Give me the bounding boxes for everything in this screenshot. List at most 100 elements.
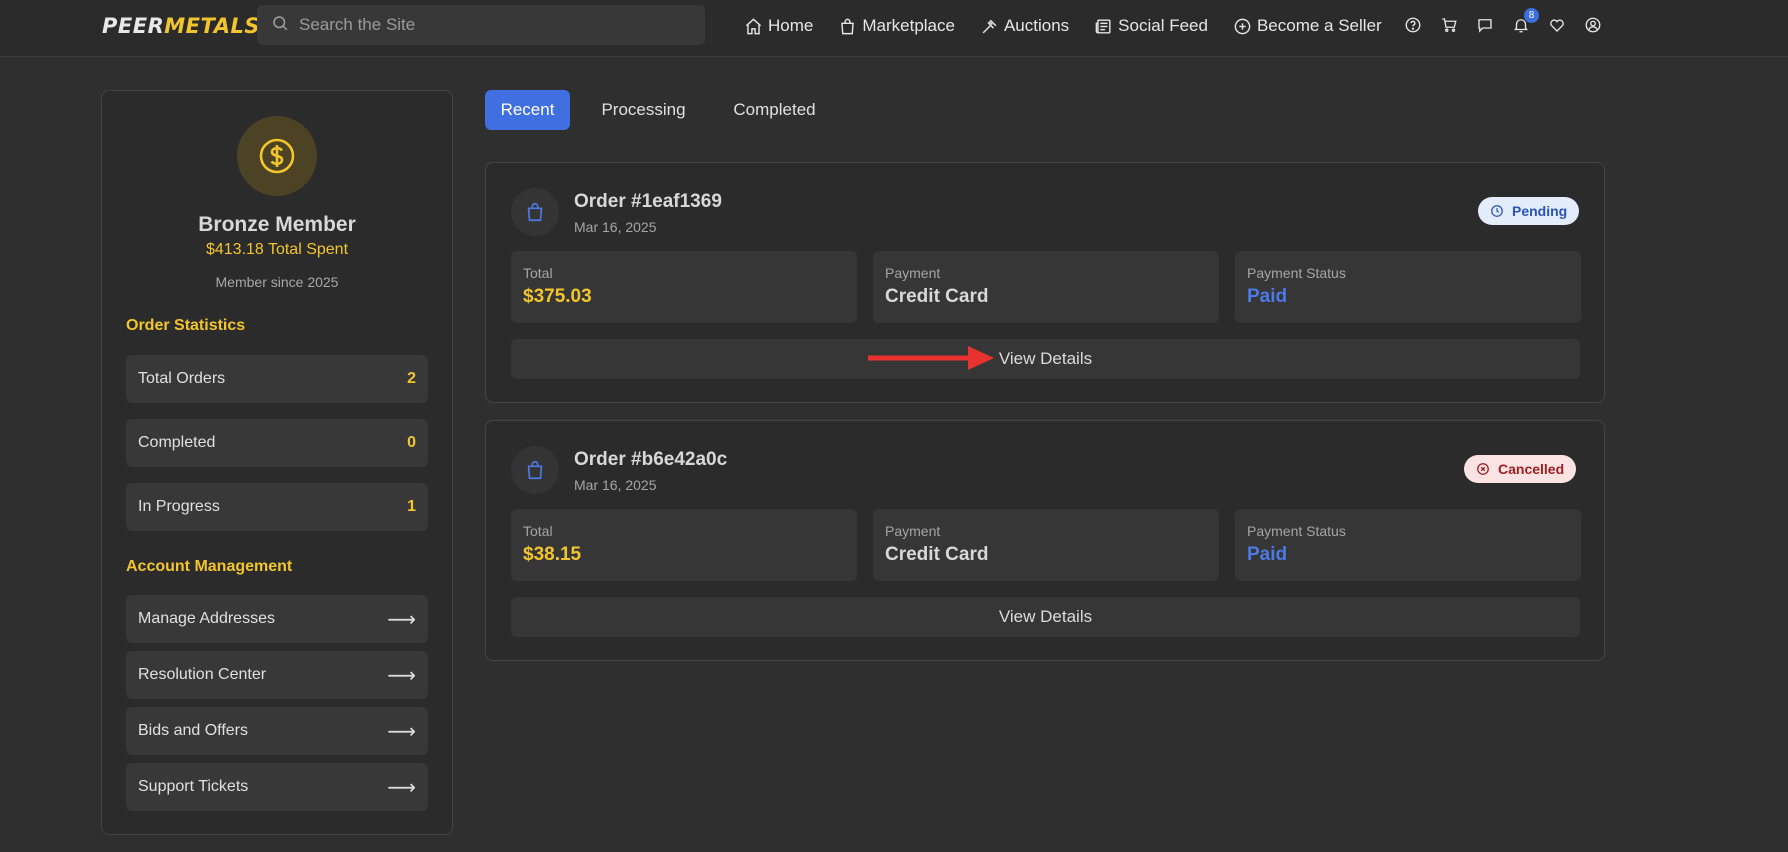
messages-icon	[1478, 19, 1492, 33]
stat-value: 1	[407, 498, 416, 515]
stat-label: Total Orders	[138, 370, 226, 387]
resolution-center-link[interactable]: Resolution Center ⟶	[126, 651, 428, 699]
payment-status-value: Paid	[1247, 544, 1288, 565]
total-spent: $413.18 Total Spent	[205, 241, 349, 258]
view-details-button[interactable]: View Details	[511, 597, 1580, 637]
payment-status-value: Paid	[1247, 286, 1288, 307]
stat-label: Completed	[138, 434, 216, 451]
order-icon-circle	[511, 188, 559, 236]
status-label: Pending	[1512, 203, 1568, 219]
help-button[interactable]	[1404, 16, 1422, 34]
shopping-bag-icon	[841, 18, 855, 34]
view-details-button[interactable]: View Details	[511, 339, 1580, 379]
total-value: $375.03	[523, 286, 592, 307]
account-button[interactable]	[1584, 16, 1602, 34]
top-navbar: PEERMETALS Home Marketplace Auctions Soc…	[0, 0, 1788, 57]
arrow-right-icon: ⟶	[387, 776, 416, 799]
member-tier: Bronze Member	[198, 213, 356, 236]
search-box	[257, 5, 705, 45]
order-payment-status-box: Payment Status Paid	[1235, 251, 1581, 323]
order-payment-status-box: Payment Status Paid	[1235, 509, 1581, 581]
order-date: Mar 16, 2025	[574, 219, 657, 235]
arrow-right-icon: ⟶	[387, 720, 416, 743]
tab-processing[interactable]: Processing	[587, 90, 700, 130]
payment-label: Payment	[885, 523, 941, 539]
order-icon-circle	[511, 446, 559, 494]
notifications-button[interactable]: 8	[1512, 8, 1539, 34]
account-row-label: Manage Addresses	[138, 610, 275, 627]
status-label: Cancelled	[1498, 461, 1565, 477]
total-label: Total	[523, 265, 553, 281]
stat-completed: Completed 0	[126, 419, 428, 467]
logo-text-peer: PEER	[102, 14, 165, 38]
support-tickets-link[interactable]: Support Tickets ⟶	[126, 763, 428, 811]
heart-icon	[1550, 19, 1564, 32]
shopping-bag-icon	[527, 202, 543, 222]
nav-social-feed[interactable]: Social Feed	[1094, 16, 1208, 36]
arrow-right-icon: ⟶	[387, 664, 416, 687]
shopping-bag-icon	[527, 460, 543, 480]
order-id: Order #b6e42a0c	[574, 449, 728, 470]
status-badge-cancelled: Cancelled	[1464, 455, 1577, 483]
plus-circle-icon	[1234, 18, 1251, 34]
bids-and-offers-link[interactable]: Bids and Offers ⟶	[126, 707, 428, 755]
stat-value: 0	[407, 434, 416, 451]
home-icon	[745, 17, 762, 34]
nav-home[interactable]: Home	[744, 16, 813, 36]
nav-icon-group: 8	[1404, 8, 1620, 36]
stat-total-orders: Total Orders 2	[126, 355, 428, 403]
gavel-icon	[982, 19, 997, 33]
tab-completed[interactable]: Completed	[718, 90, 831, 130]
search-icon	[271, 14, 289, 37]
nav-marketplace-label: Marketplace	[862, 16, 955, 35]
stat-value: 2	[407, 370, 416, 387]
notification-count-badge: 8	[1524, 8, 1539, 23]
cart-icon	[1442, 18, 1457, 32]
order-payment-box: Payment Credit Card	[873, 251, 1219, 323]
help-icon	[1405, 17, 1421, 33]
payment-value: Credit Card	[885, 286, 989, 307]
tab-recent[interactable]: Recent	[485, 90, 570, 130]
wishlist-button[interactable]	[1548, 16, 1566, 34]
order-id: Order #1eaf1369	[574, 191, 722, 212]
account-row-label: Bids and Offers	[138, 722, 248, 739]
annotation-arrow-icon	[868, 346, 994, 370]
dollar-icon	[259, 138, 295, 174]
order-total-box: Total $375.03	[511, 251, 857, 323]
nav-home-label: Home	[768, 16, 814, 35]
nav-social-feed-label: Social Feed	[1118, 16, 1208, 35]
order-card: Order #b6e42a0c Mar 16, 2025 Cancelled T…	[485, 420, 1605, 661]
status-badge-pending: Pending	[1478, 197, 1580, 225]
nav-become-seller[interactable]: Become a Seller	[1233, 16, 1382, 36]
order-card: Order #1eaf1369 Mar 16, 2025 Pending Tot…	[485, 162, 1605, 403]
nav-auctions[interactable]: Auctions	[980, 16, 1069, 36]
messages-button[interactable]	[1476, 16, 1494, 34]
account-row-label: Resolution Center	[138, 666, 267, 683]
payment-status-label: Payment Status	[1247, 523, 1346, 539]
payment-status-label: Payment Status	[1247, 265, 1346, 281]
member-since: Member since 2025	[215, 274, 339, 290]
search-input[interactable]	[299, 15, 699, 35]
total-value: $38.15	[523, 544, 582, 565]
user-icon	[1585, 17, 1601, 33]
manage-addresses-link[interactable]: Manage Addresses ⟶	[126, 595, 428, 643]
order-statistics-heading: Order Statistics	[126, 317, 246, 334]
nav-auctions-label: Auctions	[1003, 16, 1070, 35]
arrow-right-icon: ⟶	[387, 608, 416, 631]
member-avatar	[237, 116, 317, 196]
order-payment-box: Payment Credit Card	[873, 509, 1219, 581]
nav-marketplace[interactable]: Marketplace	[838, 16, 955, 36]
newspaper-icon	[1095, 18, 1111, 34]
main-nav: Home Marketplace Auctions Social Feed Be…	[744, 12, 1407, 40]
stat-label: In Progress	[138, 498, 220, 515]
order-total-box: Total $38.15	[511, 509, 857, 581]
account-management-heading: Account Management	[126, 558, 293, 575]
stat-in-progress: In Progress 1	[126, 483, 428, 531]
x-circle-icon	[1477, 463, 1489, 475]
cart-button[interactable]	[1440, 16, 1458, 34]
order-date: Mar 16, 2025	[574, 477, 657, 493]
logo-text-metals: METALS	[164, 14, 260, 38]
payment-label: Payment	[885, 265, 941, 281]
payment-value: Credit Card	[885, 544, 989, 565]
nav-become-seller-label: Become a Seller	[1256, 16, 1382, 35]
